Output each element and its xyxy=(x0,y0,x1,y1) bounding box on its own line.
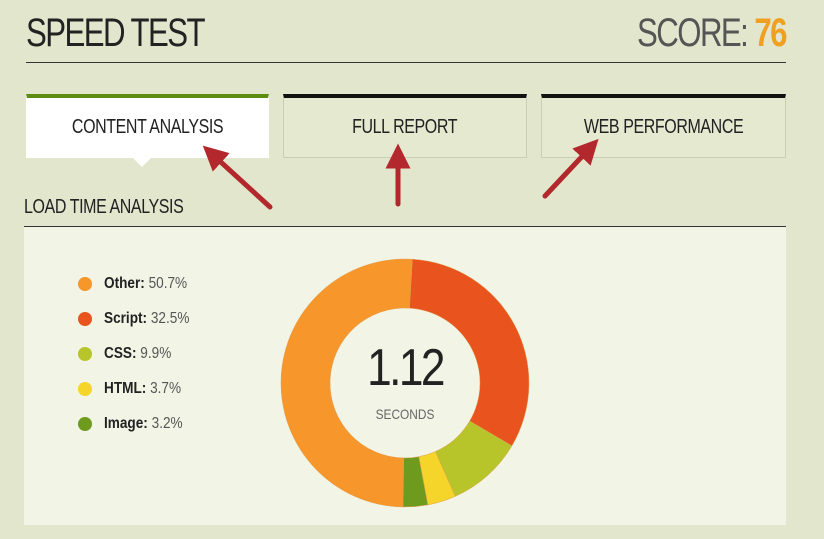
legend-swatch xyxy=(78,381,92,396)
legend-percent: 32.5% xyxy=(150,309,190,327)
legend-swatch xyxy=(78,346,92,361)
legend-name: HTML: xyxy=(104,379,147,397)
legend-item-html: HTML: 3.7% xyxy=(78,371,205,406)
legend-percent: 9.9% xyxy=(140,344,172,362)
legend-name: Other: xyxy=(104,274,145,292)
tab-full-report[interactable]: FULL REPORT xyxy=(283,94,527,158)
legend-swatch xyxy=(78,416,92,431)
tab-label: CONTENT ANALYSIS xyxy=(71,116,224,138)
legend-item-image: Image: 3.2% xyxy=(78,406,205,441)
tab-web-performance[interactable]: WEB PERFORMANCE xyxy=(541,94,786,158)
annotation-arrow-content-analysis xyxy=(202,145,273,210)
legend-swatch xyxy=(78,311,92,326)
score-display: SCORE: 76 xyxy=(637,8,788,58)
active-tab-pointer xyxy=(132,157,152,167)
legend-percent: 3.2% xyxy=(151,414,183,432)
load-time-value: 1.12 xyxy=(367,339,445,397)
chart-legend: Other: 50.7% Script: 32.5% CSS: 9.9% HTM… xyxy=(78,266,205,441)
load-time-unit: SECONDS xyxy=(375,406,435,422)
tab-content-analysis[interactable]: CONTENT ANALYSIS xyxy=(26,94,269,158)
legend-swatch xyxy=(78,276,92,291)
legend-percent: 50.7% xyxy=(148,274,188,292)
section-title: LOAD TIME ANALYSIS xyxy=(24,196,184,218)
legend-item-other: Other: 50.7% xyxy=(78,266,205,301)
score-label: SCORE: xyxy=(637,11,749,55)
legend-name: CSS: xyxy=(104,344,137,362)
tab-label: WEB PERFORMANCE xyxy=(583,116,744,138)
header-divider xyxy=(26,62,786,63)
legend-name: Script: xyxy=(104,309,148,327)
score-value: 76 xyxy=(754,11,787,55)
page-title: SPEED TEST xyxy=(26,11,206,55)
legend-name: Image: xyxy=(104,414,148,432)
legend-item-script: Script: 32.5% xyxy=(78,301,205,336)
legend-percent: 3.7% xyxy=(150,379,182,397)
legend-item-css: CSS: 9.9% xyxy=(78,336,205,371)
tab-label: FULL REPORT xyxy=(352,116,458,138)
